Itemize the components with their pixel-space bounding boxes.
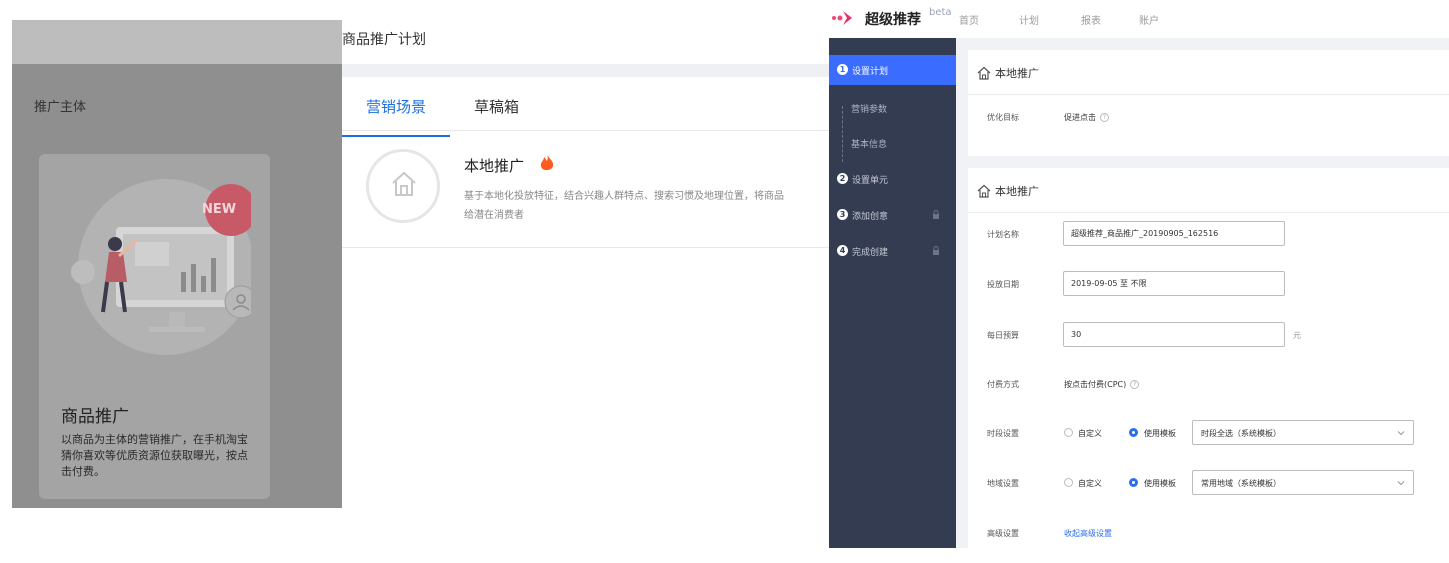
time-template-radio[interactable] bbox=[1129, 428, 1138, 437]
date-label: 投放日期 bbox=[987, 280, 1019, 289]
product-promotion-card[interactable]: NEW 商品推广 以商品为主体的营销推广，在手机淘宝猜你喜欢等优质资源位获取曝光… bbox=[39, 154, 270, 499]
step-set-unit[interactable]: 2 设置单元 bbox=[829, 164, 956, 194]
help-icon[interactable]: ? bbox=[1100, 113, 1109, 122]
section-title: 本地推广 bbox=[995, 185, 1039, 198]
logo-icon bbox=[832, 11, 852, 25]
new-badge: NEW bbox=[202, 202, 237, 217]
product-promotion-title: 商品推广 bbox=[61, 407, 129, 427]
tab-bar: 营销场景 草稿箱 bbox=[341, 77, 829, 137]
fire-icon bbox=[540, 154, 554, 171]
nav-account[interactable]: 账户 bbox=[1139, 12, 1159, 27]
nav-report[interactable]: 报表 bbox=[1081, 12, 1101, 27]
section-header: 本地推广 bbox=[968, 168, 1449, 213]
step-sub-basic-info[interactable]: 基本信息 bbox=[851, 137, 951, 150]
section-header: 本地推广 bbox=[968, 50, 1449, 95]
nav-home[interactable]: 首页 bbox=[959, 12, 979, 27]
home-icon bbox=[977, 184, 991, 198]
top-nav: 超级推荐 beta 首页 计划 报表 账户 bbox=[829, 0, 1449, 38]
time-label: 时段设置 bbox=[987, 429, 1019, 438]
budget-input[interactable]: 30 bbox=[1063, 322, 1285, 347]
brand-name[interactable]: 超级推荐 bbox=[865, 9, 921, 29]
page-title: 商品推广计划 bbox=[342, 32, 426, 48]
collapse-advanced-link[interactable]: 收起高级设置 bbox=[1064, 528, 1112, 539]
region-template-select[interactable]: 常用地域（系统模板） bbox=[1192, 470, 1414, 495]
promotion-illustration-icon bbox=[71, 179, 251, 355]
step-set-plan[interactable]: 1 设置计划 bbox=[829, 55, 956, 85]
plan-name-label: 计划名称 bbox=[987, 230, 1019, 239]
region-custom-radio[interactable] bbox=[1064, 478, 1073, 487]
optimization-section: 本地推广 优化目标 促进点击? bbox=[968, 50, 1449, 156]
tab-marketing-scene[interactable]: 营销场景 bbox=[341, 96, 451, 137]
section-title: 本地推广 bbox=[995, 67, 1039, 80]
home-icon bbox=[977, 66, 991, 80]
region-label: 地域设置 bbox=[987, 479, 1019, 488]
advanced-label: 高级设置 bbox=[987, 529, 1019, 538]
time-custom-radio[interactable] bbox=[1064, 428, 1073, 437]
chevron-down-icon bbox=[1397, 431, 1405, 436]
help-icon[interactable]: ? bbox=[1130, 380, 1140, 389]
nav-plan[interactable]: 计划 bbox=[1019, 12, 1039, 27]
lock-icon bbox=[933, 210, 939, 219]
steps-sidebar: 1 设置计划 营销参数 基本信息 2 设置单元 3 添加创意 4 完成创建 bbox=[829, 38, 956, 548]
goal-label: 优化目标 bbox=[987, 113, 1019, 122]
region-template-label[interactable]: 使用模板 bbox=[1144, 478, 1176, 489]
goal-value: 促进点击? bbox=[1064, 112, 1109, 123]
tab-drafts[interactable]: 草稿箱 bbox=[474, 96, 519, 117]
mid-divider bbox=[342, 64, 829, 77]
budget-unit: 元 bbox=[1293, 331, 1301, 340]
region-template-radio[interactable] bbox=[1129, 478, 1138, 487]
time-custom-label[interactable]: 自定义 bbox=[1078, 428, 1102, 439]
pay-value: 按点击付费(CPC)? bbox=[1064, 379, 1140, 390]
pay-label: 付费方式 bbox=[987, 380, 1019, 389]
local-promotion-item[interactable]: 本地推广 基于本地化投放特征，结合兴趣人群特点、搜索习惯及地理位置，将商品 给潜… bbox=[342, 131, 829, 248]
region-custom-label[interactable]: 自定义 bbox=[1078, 478, 1102, 489]
subject-title: 推广主体 bbox=[34, 100, 87, 115]
time-template-select[interactable]: 时段全选（系统模板） bbox=[1192, 420, 1414, 445]
chevron-down-icon bbox=[1397, 481, 1405, 486]
left-panel-header bbox=[12, 20, 342, 64]
local-promotion-title: 本地推广 bbox=[464, 157, 525, 175]
budget-label: 每日预算 bbox=[987, 331, 1019, 340]
step-complete[interactable]: 4 完成创建 bbox=[829, 236, 956, 266]
time-template-label[interactable]: 使用模板 bbox=[1144, 428, 1176, 439]
product-subject-panel: 推广主体 NEW 商品推广 以商品为主体的营销推广，在手机淘宝猜你喜欢等优质资源… bbox=[12, 20, 342, 508]
lock-icon bbox=[933, 246, 939, 255]
step-add-creative[interactable]: 3 添加创意 bbox=[829, 200, 956, 230]
plan-header: 商品推广计划 bbox=[342, 20, 829, 64]
local-promotion-circle bbox=[366, 149, 440, 223]
beta-badge: beta bbox=[929, 7, 952, 18]
local-promotion-desc: 基于本地化投放特征，结合兴趣人群特点、搜索习惯及地理位置，将商品 给潜在消费者 bbox=[464, 191, 784, 221]
plan-name-input[interactable]: 超级推荐_商品推广_20190905_162516 bbox=[1063, 221, 1285, 246]
date-input[interactable]: 2019-09-05 至 不限 bbox=[1063, 271, 1285, 296]
plan-form-section: 本地推广 计划名称 超级推荐_商品推广_20190905_162516 投放日期… bbox=[968, 168, 1449, 548]
product-promotion-desc: 以商品为主体的营销推广，在手机淘宝猜你喜欢等优质资源位获取曝光，按点击付费。 bbox=[61, 433, 248, 478]
marketing-content: 营销场景 草稿箱 本地推广 基于本地化投放特征，结合兴趣人群特点、搜索习惯及地理… bbox=[341, 77, 829, 508]
house-icon bbox=[392, 171, 416, 196]
step-sub-marketing-params[interactable]: 营销参数 bbox=[851, 102, 951, 115]
step-connector bbox=[842, 106, 843, 162]
